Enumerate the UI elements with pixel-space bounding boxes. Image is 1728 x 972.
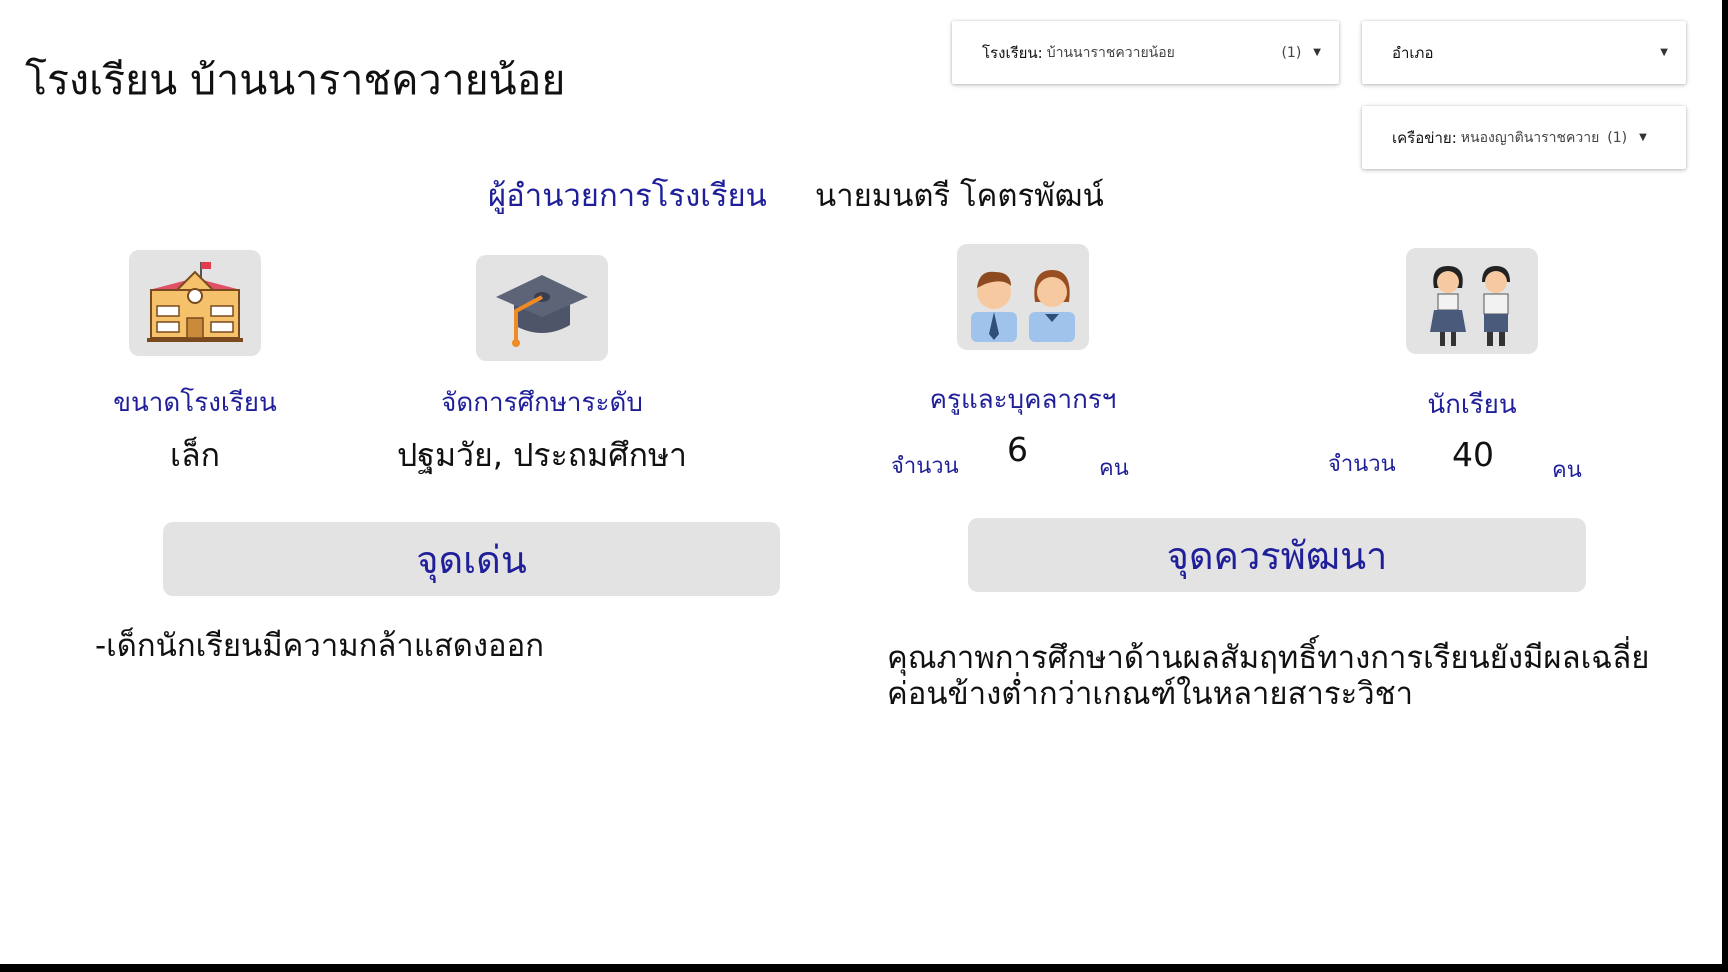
teachers-icon	[957, 244, 1089, 350]
chevron-down-icon: ▼	[1660, 47, 1668, 58]
chevron-down-icon: ▼	[1639, 132, 1647, 143]
school-filter-value: บ้านนาราชควายน้อย	[1046, 44, 1175, 61]
students-count: 40	[1452, 435, 1494, 474]
school-size-value: เล็ก	[170, 436, 220, 474]
school-filter[interactable]: โรงเรียน: บ้านนาราชควายน้อย (1) ▼	[952, 21, 1339, 84]
education-level-value: ปฐมวัย, ประถมศึกษา	[396, 436, 688, 474]
school-size-label: ขนาดโรงเรียน	[113, 388, 277, 418]
chevron-down-icon: ▼	[1313, 47, 1321, 58]
school-filter-label: โรงเรียน	[982, 43, 1038, 62]
students-unit: คน	[1552, 458, 1582, 483]
staff-count: 6	[1007, 430, 1028, 469]
staff-label: ครูและบุคลากรฯ	[929, 385, 1117, 415]
school-filter-count: (1)	[1281, 44, 1302, 61]
network-filter-value: หนองญาตินาราชควาย	[1460, 129, 1600, 146]
report-canvas: โรงเรียน บ้านนาราชควายน้อย โรงเรียน: บ้า…	[0, 0, 1722, 964]
staff-unit: คน	[1099, 456, 1129, 481]
students-count-label: จำนวน	[1328, 452, 1396, 477]
network-filter-label: เครือข่าย	[1392, 128, 1452, 147]
strengths-heading: จุดเด่น	[163, 522, 780, 596]
education-level-label: จัดการศึกษาระดับ	[441, 388, 643, 418]
improvements-heading: จุดควรพัฒนา	[968, 518, 1586, 592]
network-filter-count: (1)	[1607, 129, 1628, 146]
district-filter-label: อำเภอ	[1392, 43, 1434, 62]
school-building-icon	[129, 250, 261, 356]
improvements-text: คุณภาพการศึกษาด้านผลสัมฤทธิ์ทางการเรียนย…	[887, 640, 1650, 712]
students-icon	[1406, 248, 1538, 354]
graduation-cap-icon	[476, 255, 608, 361]
students-label: นักเรียน	[1427, 390, 1517, 420]
staff-count-label: จำนวน	[891, 454, 959, 479]
page-title: โรงเรียน บ้านนาราชควายน้อย	[25, 56, 566, 104]
district-filter[interactable]: อำเภอ ▼	[1362, 21, 1686, 84]
strengths-text: -เด็กนักเรียนมีความกล้าแสดงออก	[95, 628, 545, 664]
network-filter[interactable]: เครือข่าย: หนองญาตินาราชควาย (1) ▼	[1362, 106, 1686, 169]
director-label: ผู้อำนวยการโรงเรียน	[488, 178, 767, 214]
director-name: นายมนตรี โคตรพัฒน์	[815, 178, 1104, 214]
